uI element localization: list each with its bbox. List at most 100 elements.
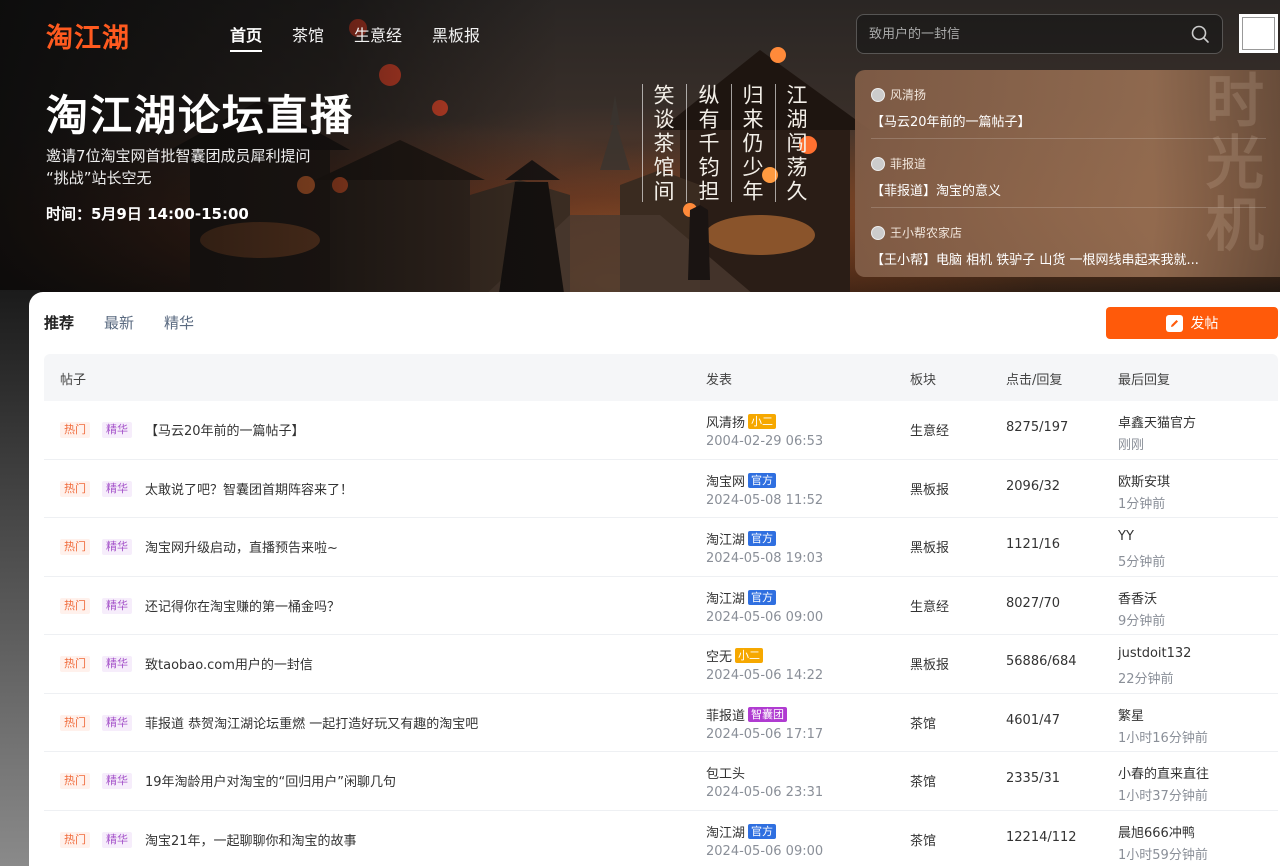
hero-title: 淘江湖论坛直播 [46,91,355,140]
new-post-label: 发帖 [1190,316,1219,332]
author-name[interactable]: 淘江湖 [706,588,745,607]
post-title[interactable]: 淘宝网升级启动，直播预告来啦~ [145,537,338,556]
featured-tag: 精华 [102,422,132,438]
table-row[interactable]: 热门 精华 太敢说了吧？智囊团首期阵容来了！ 淘宝网 官方 2024-05-08 11:5… [44,460,1278,518]
table-row[interactable]: 热门 精华 菲报道 恭贺淘江湖论坛重燃 一起打造好玩又有趣的淘宝吧 菲报道 智囊团 202… [44,694,1278,752]
last-reply-time: 9分钟前 [1118,613,1166,629]
search-input[interactable] [869,26,1190,42]
last-reply-time: 1分钟前 [1118,496,1166,512]
post-author: 淘宝网 官方 [706,471,777,490]
hot-tag: 热门 [60,597,90,614]
col-author: 发表 [706,373,733,388]
post-time: 2024-05-06 09:00 [706,609,824,625]
post-stats: 2335/31 [1006,771,1061,786]
author-badge: 官方 [748,823,777,839]
table-row[interactable]: 热门 精华 还记得你在淘宝赚的第一桶金吗？ 淘江湖 官方 2024-05-06 09:00… [44,577,1278,635]
col-post: 帖子 [60,373,87,388]
last-reply-user[interactable]: justdoit132 [1118,646,1191,661]
col-stats: 点击/回复 [1006,373,1063,388]
nav-teahouse[interactable]: 茶馆 [292,22,324,52]
table-row[interactable]: 热门 精华 淘宝网升级启动，直播预告来啦~ 淘江湖 官方 2024-05-08 19:03… [44,518,1278,577]
last-reply-user[interactable]: 繁星 [1118,705,1144,724]
featured-post-title[interactable]: 【马云20年前的一篇帖子】 [871,111,1266,130]
tab-latest[interactable]: 最新 [104,312,134,333]
post-board[interactable]: 茶馆 [910,771,936,790]
poem-line-1: 江湖闯荡久 [784,84,808,204]
post-stats: 12214/112 [1006,829,1077,845]
post-title[interactable]: 【马云20年前的一篇帖子】 [145,420,305,439]
hero-time: 时间：5月9日 14:00-15:00 [46,205,249,223]
col-last-reply: 最后回复 [1118,373,1171,388]
nav-bulletin[interactable]: 黑板报 [432,22,480,52]
post-time: 2024-05-08 19:03 [706,551,824,566]
post-list: 热门 精华 【马云20年前的一篇帖子】 风清扬 小二 2004-02-29 06:53 生意… [44,401,1278,866]
featured-post-title[interactable]: 【菲报道】淘宝的意义 [871,180,1266,199]
author-badge: 官方 [748,589,777,605]
featured-tag: 精华 [102,480,132,497]
author-name[interactable]: 空无 [706,646,732,665]
featured-post-user: 王小帮农家店 [890,226,963,240]
user-avatar[interactable] [1239,14,1278,53]
post-title[interactable]: 还记得你在淘宝赚的第一桶金吗？ [145,596,340,615]
tab-featured[interactable]: 精华 [164,312,194,333]
last-reply-user[interactable]: 香香沃 [1118,588,1157,607]
hot-tag: 热门 [60,480,90,497]
last-reply-user[interactable]: 卓鑫天猫官方 [1118,412,1196,431]
post-stats: 8027/70 [1006,595,1061,611]
featured-post-1[interactable]: 风清扬 【马云20年前的一篇帖子】 [871,86,1266,130]
nav-home[interactable]: 首页 [230,22,263,52]
table-row[interactable]: 热门 精华 淘宝21年，一起聊聊你和淘宝的故事 淘江湖 官方 2024-05-06 09:… [44,811,1278,866]
post-stats: 56886/684 [1006,654,1077,669]
featured-tag: 精华 [102,831,132,848]
table-row[interactable]: 热门 精华 致taobao.com用户的一封信 空无 小二 2024-05-06 14:2… [44,635,1278,694]
last-reply-user[interactable]: YY [1118,529,1134,544]
post-time: 2024-05-06 14:22 [706,668,824,683]
author-name[interactable]: 淘江湖 [706,529,745,548]
last-reply-user[interactable]: 欧斯安琪 [1118,471,1170,490]
last-reply-user[interactable]: 小春的直来直往 [1118,763,1209,782]
last-reply-time: 1小时59分钟前 [1118,847,1208,863]
post-author: 淘江湖 官方 [706,588,777,607]
new-post-button[interactable]: 发帖 [1106,307,1278,339]
featured-tag: 精华 [102,597,132,614]
featured-post-title[interactable]: 【王小帮】电脑 相机 铁驴子 山货 一根网线串起来我就... [871,249,1266,268]
post-title[interactable]: 太敢说了吧？智囊团首期阵容来了！ [145,479,353,498]
post-board[interactable]: 生意经 [910,596,949,615]
last-reply-user[interactable]: 晨旭666冲鸭 [1118,822,1195,841]
author-name[interactable]: 菲报道 [706,705,745,724]
author-name[interactable]: 淘宝网 [706,471,745,490]
table-row[interactable]: 热门 精华 19年淘龄用户对淘宝的“回归用户”闲聊几句 包工头 2024-05-06 2… [44,752,1278,811]
search-icon[interactable] [1190,24,1210,44]
post-stats: 1121/16 [1006,537,1061,552]
featured-post-3[interactable]: 王小帮农家店 【王小帮】电脑 相机 铁驴子 山货 一根网线串起来我就... [871,224,1266,268]
post-board[interactable]: 茶馆 [910,713,936,732]
author-name[interactable]: 包工头 [706,763,745,782]
post-board[interactable]: 生意经 [910,420,949,439]
post-board[interactable]: 黑板报 [910,537,949,556]
post-title[interactable]: 19年淘龄用户对淘宝的“回归用户”闲聊几句 [145,771,396,790]
tab-recommended[interactable]: 推荐 [44,312,74,333]
featured-tag: 精华 [102,539,132,555]
post-board[interactable]: 黑板报 [910,479,949,498]
post-time: 2004-02-29 06:53 [706,434,824,449]
post-title[interactable]: 淘宝21年，一起聊聊你和淘宝的故事 [145,830,357,849]
last-reply-time: 5分钟前 [1118,555,1166,570]
table-row[interactable]: 热门 精华 【马云20年前的一篇帖子】 风清扬 小二 2004-02-29 06:53 生意… [44,401,1278,460]
post-author: 淘江湖 官方 [706,529,777,548]
poem-line-4: 笑谈茶馆间 [651,84,675,204]
forum-panel: 推荐 最新 精华 发帖 帖子 发表 板块 点击/回复 最后回复 热门 精华 【马云2… [29,292,1280,866]
post-stats: 4601/47 [1006,712,1061,728]
hot-tag: 热门 [60,714,90,731]
post-board[interactable]: 茶馆 [910,830,936,849]
post-title[interactable]: 致taobao.com用户的一封信 [145,654,313,673]
site-logo[interactable]: 淘江湖 [46,16,130,55]
author-name[interactable]: 淘江湖 [706,822,745,841]
post-author: 淘江湖 官方 [706,822,777,841]
author-name[interactable]: 风清扬 [706,412,745,431]
post-board[interactable]: 黑板报 [910,654,949,673]
user-avatar-icon [871,87,885,102]
featured-tag: 精华 [102,656,132,672]
post-title[interactable]: 菲报道 恭贺淘江湖论坛重燃 一起打造好玩又有趣的淘宝吧 [145,713,478,732]
nav-business[interactable]: 生意经 [354,22,402,52]
featured-post-2[interactable]: 菲报道 【菲报道】淘宝的意义 [871,155,1266,199]
